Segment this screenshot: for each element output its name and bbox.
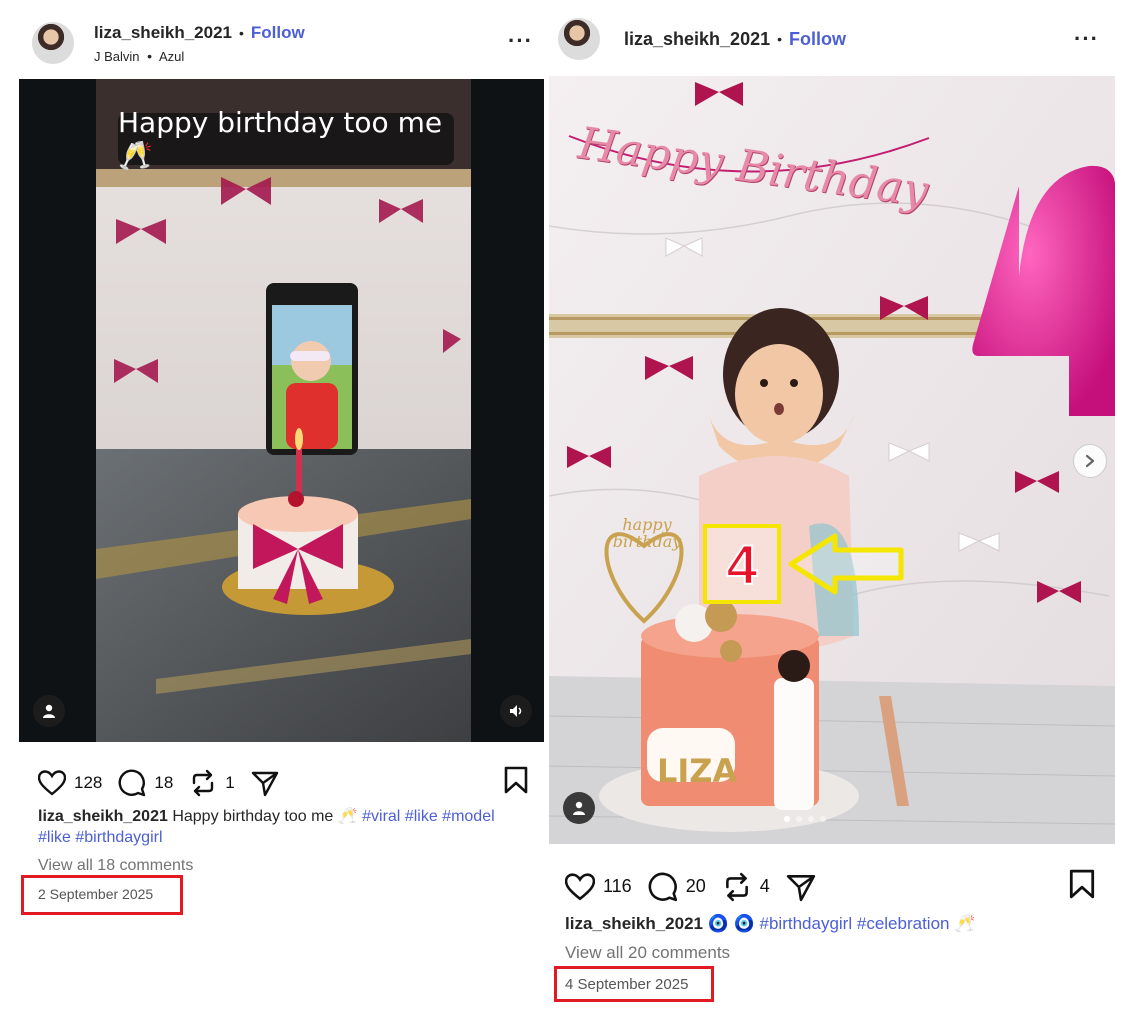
yellow-arrow-icon	[788, 533, 904, 595]
post-caption: liza_sheikh_2021 Happy birthday too me 🥂…	[38, 806, 528, 848]
follow-button[interactable]: Follow	[251, 23, 305, 43]
post-header: liza_sheikh_2021 • Follow J Balvin • Azu…	[32, 22, 305, 64]
hashtag[interactable]: #celebration	[857, 914, 950, 933]
like-count: 116	[603, 876, 632, 896]
hashtag[interactable]: #like	[38, 829, 71, 846]
comment-count: 18	[154, 772, 174, 792]
bookmark-icon	[504, 766, 528, 794]
avatar[interactable]	[558, 18, 600, 60]
music-info[interactable]: J Balvin • Azul	[94, 48, 305, 64]
post-caption: liza_sheikh_2021 🧿 🧿 #birthdaygirl #cele…	[565, 913, 1105, 934]
person-icon	[573, 801, 585, 815]
send-icon	[786, 874, 815, 901]
like-button[interactable]: 128	[38, 769, 103, 796]
action-bar: 116 20 4	[565, 869, 1095, 904]
comment-button[interactable]: 20	[648, 872, 706, 902]
audio-toggle-button[interactable]	[500, 695, 532, 727]
repost-count: 1	[225, 772, 235, 792]
post-header: liza_sheikh_2021 • Follow	[558, 18, 846, 60]
heart-icon	[38, 769, 66, 796]
heart-icon	[565, 872, 595, 900]
caption-tail: 🥂	[954, 914, 976, 933]
repost-count: 4	[759, 876, 770, 896]
chevron-right-icon	[1085, 454, 1095, 468]
hashtag[interactable]: #viral	[362, 808, 400, 825]
avatar[interactable]	[32, 22, 74, 64]
post-date: 4 September 2025	[565, 976, 689, 993]
bookmark-icon	[1069, 869, 1095, 899]
carousel-dot-active	[784, 816, 790, 822]
more-options-icon[interactable]: ···	[1074, 26, 1099, 52]
next-image-button[interactable]	[1073, 444, 1107, 478]
carousel-dot	[796, 816, 802, 822]
repost-icon	[193, 769, 214, 796]
save-button[interactable]	[1069, 869, 1095, 904]
share-button[interactable]	[251, 769, 287, 797]
cake-name-plaque: LIZA	[657, 752, 738, 790]
tagged-users-button[interactable]	[33, 695, 65, 727]
tagged-users-button[interactable]	[563, 792, 595, 824]
repost-button[interactable]: 1	[189, 769, 235, 797]
save-button[interactable]	[504, 766, 528, 799]
separator-dot: •	[238, 25, 244, 41]
hashtag[interactable]: #like	[405, 808, 438, 825]
post-right: liza_sheikh_2021 • Follow ··· Happy Birt…	[548, 0, 1138, 1018]
action-bar: 128 18 1	[38, 766, 528, 799]
header-text: liza_sheikh_2021 • Follow J Balvin • Azu…	[94, 22, 305, 64]
video-text-overlay: Happy birthday too me 🥂	[118, 106, 454, 172]
hashtag[interactable]: #birthdaygirl	[75, 829, 162, 846]
carousel-dot	[808, 816, 814, 822]
separator-dot: •	[777, 31, 783, 47]
comment-button[interactable]: 18	[118, 769, 173, 797]
post-image[interactable]: Happy Birthday LIZA happy birthday 4	[549, 76, 1115, 844]
repost-button[interactable]: 4	[722, 872, 770, 902]
repost-icon	[725, 872, 748, 901]
person-icon	[43, 704, 55, 718]
carousel-dot	[820, 816, 826, 822]
video-frame	[96, 79, 471, 742]
follow-button[interactable]: Follow	[789, 29, 846, 50]
number-highlight-box: 4	[703, 524, 781, 604]
comment-icon	[648, 872, 677, 901]
post-date: 2 September 2025	[38, 886, 154, 902]
username-link[interactable]: liza_sheikh_2021	[624, 29, 770, 50]
caption-username[interactable]: liza_sheikh_2021	[38, 808, 168, 825]
caption-text: Happy birthday too me 🥂	[172, 808, 358, 825]
cake-topper-text: happy birthday	[612, 515, 682, 551]
post-left: liza_sheikh_2021 • Follow J Balvin • Azu…	[0, 0, 548, 1018]
caption-emoji: 🧿 🧿	[707, 914, 755, 933]
hashtag[interactable]: #birthdaygirl	[760, 914, 853, 933]
header-text: liza_sheikh_2021 • Follow	[624, 19, 846, 59]
comment-icon	[118, 769, 146, 796]
like-button[interactable]: 116	[565, 872, 632, 901]
speaker-icon	[510, 705, 522, 717]
overlay-text: Happy birthday too me 🥂	[118, 106, 443, 172]
share-button[interactable]	[786, 872, 824, 902]
view-all-comments-link[interactable]: View all 18 comments	[38, 857, 193, 875]
like-count: 128	[74, 772, 103, 792]
hashtag[interactable]: #model	[442, 808, 494, 825]
music-artist: J Balvin	[94, 49, 140, 64]
highlighted-number: 4	[725, 532, 758, 597]
comment-count: 20	[685, 876, 706, 896]
music-track: Azul	[158, 49, 185, 64]
username-link[interactable]: liza_sheikh_2021	[94, 23, 232, 43]
post-video[interactable]: Happy birthday too me 🥂	[19, 79, 544, 742]
separator-dot: •	[147, 48, 153, 64]
caption-username[interactable]: liza_sheikh_2021	[565, 914, 703, 933]
more-options-icon[interactable]: ···	[508, 28, 533, 54]
send-icon	[251, 771, 278, 796]
view-all-comments-link[interactable]: View all 20 comments	[565, 943, 730, 963]
carousel-dots	[781, 816, 829, 822]
